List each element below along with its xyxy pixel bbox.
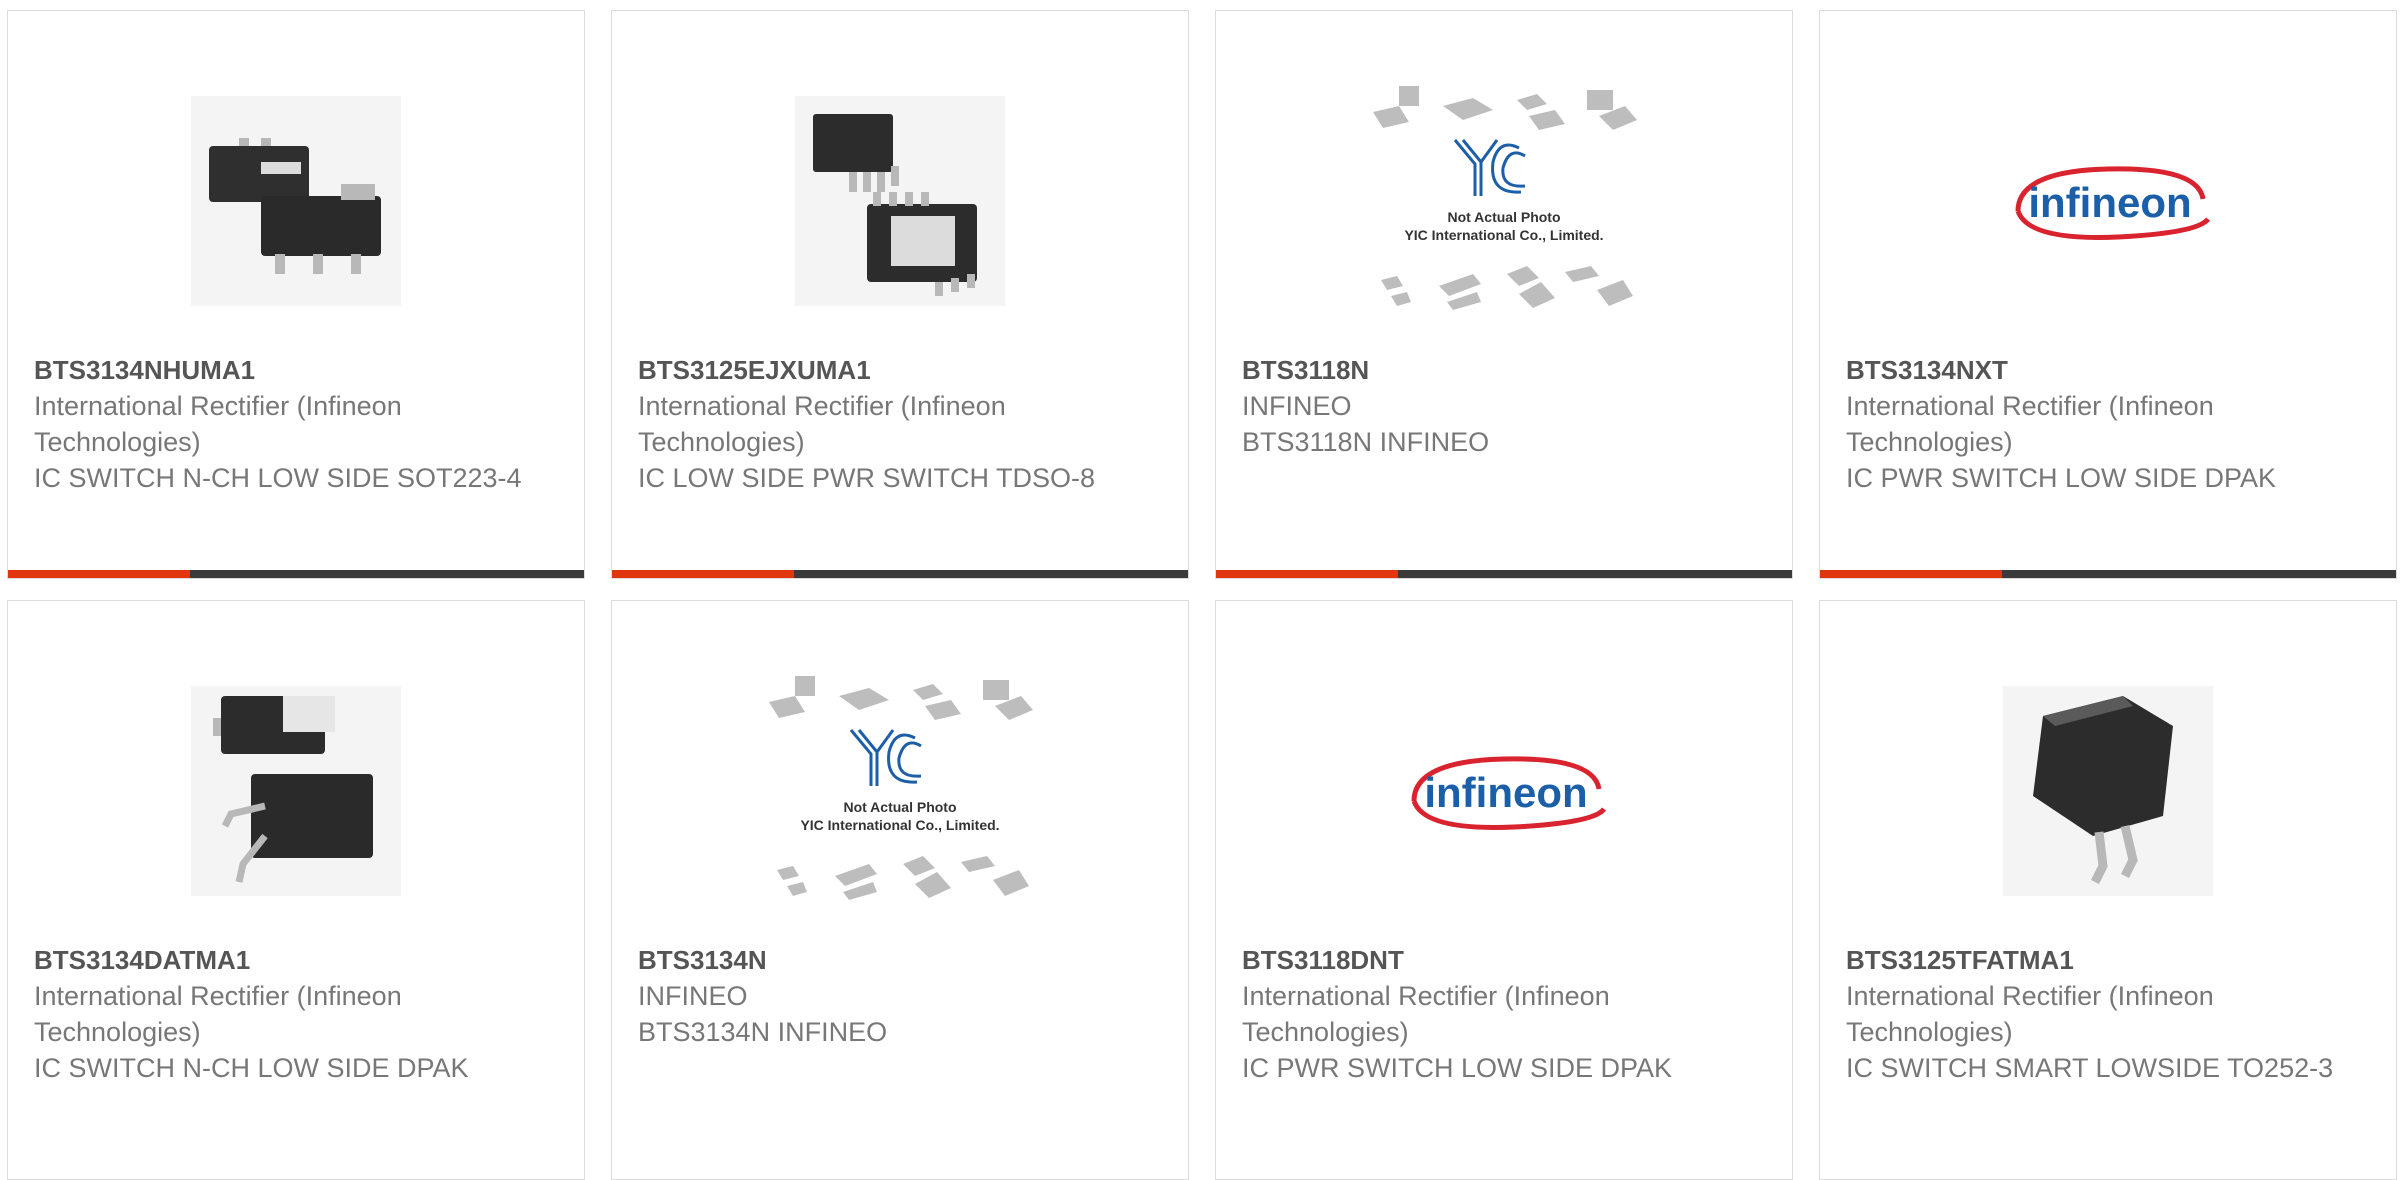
product-image[interactable] [1820,661,2396,921]
card-accent-bar [1820,570,2002,578]
card-accent-bar [8,570,190,578]
manufacturer: International Rectifier (Infineon Techno… [638,391,1006,457]
infineon-logo: infineon [1411,756,1607,830]
manufacturer: International Rectifier (Infineon Techno… [1846,391,2214,457]
product-card[interactable]: Not Actual Photo YIC International Co., … [1215,10,1793,579]
placeholder-line1: Not Actual Photo [843,799,956,815]
description: IC SWITCH N-CH LOW SIDE SOT223-4 [34,463,522,493]
manufacturer: International Rectifier (Infineon Techno… [1242,981,1610,1047]
description: BTS3118N INFINEO [1242,427,1490,457]
product-card[interactable]: BTS3134DATMA1 International Rectifier (I… [7,600,585,1180]
part-number[interactable]: BTS3134NXT [1846,352,2376,388]
product-card[interactable]: infineon BTS3134NXT International Rectif… [1819,10,2397,579]
placeholder-line2: YIC International Co., Limited. [800,817,999,833]
product-image[interactable] [8,661,584,921]
product-card[interactable]: BTS3125EJXUMA1 International Rectifier (… [611,10,1189,579]
product-image[interactable] [8,71,584,331]
to252-package-photo [2003,686,2213,896]
infineon-logo-text: infineon [2028,179,2191,226]
product-image[interactable]: Not Actual Photo YIC International Co., … [612,661,1188,921]
manufacturer: INFINEO [638,981,748,1011]
card-bottom-bar [1216,570,1792,578]
part-number[interactable]: BTS3118N [1242,352,1772,388]
card-bottom-bar [8,570,584,578]
product-image[interactable]: infineon [1820,71,2396,331]
description: IC PWR SWITCH LOW SIDE DPAK [1846,463,2277,493]
card-accent-bar [1216,570,1398,578]
card-bottom-bar [612,570,1188,578]
manufacturer: International Rectifier (Infineon Techno… [34,981,402,1047]
product-grid: BTS3134NHUMA1 International Rectifier (I… [0,0,2400,1180]
product-image[interactable] [612,71,1188,331]
description: IC PWR SWITCH LOW SIDE DPAK [1242,1053,1673,1083]
tdso8-package-photo [795,96,1005,306]
infineon-logo-text: infineon [1424,769,1587,816]
card-bottom-bar [1820,570,2396,578]
description: IC LOW SIDE PWR SWITCH TDSO-8 [638,463,1096,493]
product-card[interactable]: BTS3125TFATMA1 International Rectifier (… [1819,600,2397,1180]
manufacturer: INFINEO [1242,391,1352,421]
yic-placeholder-photo: Not Actual Photo YIC International Co., … [769,676,1033,900]
product-image[interactable]: infineon [1216,661,1792,921]
part-number[interactable]: BTS3125EJXUMA1 [638,352,1168,388]
part-number[interactable]: BTS3134N [638,942,1168,978]
dpak-package-photo [191,686,401,896]
placeholder-line1: Not Actual Photo [1447,209,1560,225]
manufacturer: International Rectifier (Infineon Techno… [34,391,402,457]
part-number[interactable]: BTS3125TFATMA1 [1846,942,2376,978]
product-card[interactable]: BTS3134NHUMA1 International Rectifier (I… [7,10,585,579]
card-accent-bar [612,570,794,578]
part-number[interactable]: BTS3134NHUMA1 [34,352,564,388]
infineon-logo: infineon [2015,166,2211,240]
description: BTS3134N INFINEO [638,1017,888,1047]
product-card[interactable]: Not Actual Photo YIC International Co., … [611,600,1189,1180]
sot223-package-photo [191,96,401,306]
part-number[interactable]: BTS3134DATMA1 [34,942,564,978]
placeholder-line2: YIC International Co., Limited. [1404,227,1603,243]
description: IC SWITCH N-CH LOW SIDE DPAK [34,1053,469,1083]
product-image[interactable]: Not Actual Photo YIC International Co., … [1216,71,1792,331]
description: IC SWITCH SMART LOWSIDE TO252-3 [1846,1053,2334,1083]
yic-placeholder-photo: Not Actual Photo YIC International Co., … [1373,86,1637,310]
product-card[interactable]: infineon BTS3118DNT International Rectif… [1215,600,1793,1180]
manufacturer: International Rectifier (Infineon Techno… [1846,981,2214,1047]
part-number[interactable]: BTS3118DNT [1242,942,1772,978]
